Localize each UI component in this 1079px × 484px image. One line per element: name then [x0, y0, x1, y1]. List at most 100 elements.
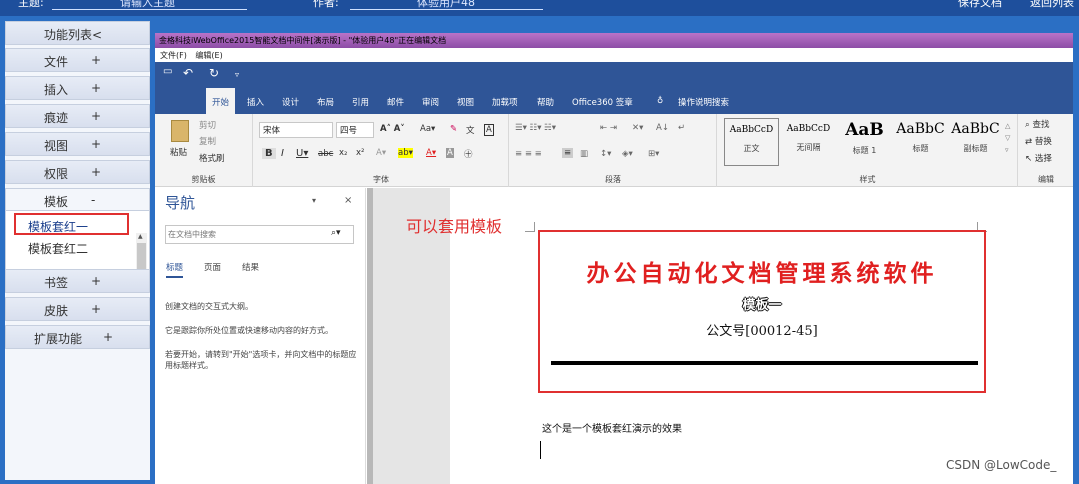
template-red-1[interactable]: 模板套红一	[14, 213, 129, 235]
sidebar-item-extensions[interactable]: 扩展功能 +	[5, 325, 150, 349]
tab-review[interactable]: 审阅	[422, 88, 439, 114]
scroll-thumb[interactable]	[137, 243, 146, 269]
back-button[interactable]: 返回列表	[1030, 0, 1074, 10]
tab-addins[interactable]: 加载项	[492, 88, 518, 114]
shading-icon[interactable]: ◈▾	[622, 149, 633, 159]
justify-icon[interactable]: ≡	[562, 148, 574, 158]
expand-icon: +	[91, 302, 102, 316]
sidebar-item-template[interactable]: 模板 -	[5, 188, 150, 212]
change-case-icon[interactable]: Aa▾	[420, 124, 435, 134]
line-spacing-icon[interactable]: ↕▾	[600, 149, 611, 159]
distribute-icon[interactable]: ▥	[580, 149, 588, 159]
sidebar-item-permissions[interactable]: 权限 +	[5, 160, 150, 184]
paste-icon[interactable]	[171, 120, 189, 142]
template-red-2[interactable]: 模板套红二	[14, 237, 129, 259]
customize-icon[interactable]: ▿	[235, 70, 239, 79]
save-icon[interactable]: ▭	[163, 66, 172, 77]
clear-format-icon[interactable]: ✎	[450, 124, 457, 134]
text-cursor	[540, 441, 541, 459]
redo-icon[interactable]: ↻	[209, 66, 219, 80]
style-normal[interactable]: AaBbCcD 正文	[724, 118, 779, 166]
style-preview: AaBbC	[951, 121, 1000, 137]
sidebar-item-view[interactable]: 视图 +	[5, 132, 150, 156]
scroll-up-icon[interactable]: ▲	[138, 233, 143, 240]
tell-me-search[interactable]: 操作说明搜索	[678, 88, 729, 114]
nav-tab-results[interactable]: 结果	[242, 261, 259, 273]
tab-help[interactable]: 帮助	[537, 88, 554, 114]
tab-layout[interactable]: 布局	[317, 88, 334, 114]
nav-search-input[interactable]: 在文档中搜索	[165, 225, 354, 244]
style-no-spacing[interactable]: AaBbCcD 无间隔	[781, 118, 836, 166]
sort-icon[interactable]: A↓	[656, 123, 669, 133]
expand-icon: +	[103, 330, 114, 344]
menu-file[interactable]: 文件(F)	[160, 51, 187, 60]
align-left-icon[interactable]: ≡ ≡ ≡	[515, 149, 542, 159]
margin-corner	[525, 222, 535, 232]
tab-office360-seal[interactable]: Office360 签章	[572, 88, 633, 114]
style-heading1[interactable]: AaB 标题 1	[837, 118, 892, 166]
phonetic-icon[interactable]: 文	[466, 124, 475, 136]
strikethrough-icon[interactable]: abc	[318, 149, 333, 159]
sidebar-item-function-list[interactable]: 功能列表<	[5, 21, 150, 45]
copy-button[interactable]: 复制	[199, 135, 216, 147]
grow-font-icon[interactable]: A˄ A˅	[380, 124, 405, 134]
undo-icon[interactable]: ↶	[183, 66, 193, 80]
superscript-icon[interactable]: x²	[356, 148, 364, 158]
sidebar-item-bookmark[interactable]: 书签 +	[5, 269, 150, 293]
save-button[interactable]: 保存文档	[958, 0, 1002, 10]
sidebar-item-revisions[interactable]: 痕迹 +	[5, 104, 150, 128]
format-painter-button[interactable]: 格式刷	[199, 152, 225, 164]
nav-close-icon[interactable]: ×	[344, 195, 352, 206]
author-underline	[350, 9, 543, 10]
replace-button[interactable]: ⇄ 替换	[1025, 135, 1052, 147]
document-body-text: 这个是一个模板套红演示的效果	[542, 424, 682, 435]
nav-options-icon[interactable]: ▾	[312, 196, 316, 205]
tab-mailings[interactable]: 邮件	[387, 88, 404, 114]
styles-scroll-icon[interactable]: △ ▽ ▿	[1005, 120, 1010, 156]
bold-icon[interactable]: B	[262, 148, 276, 159]
find-button[interactable]: ⌕ 查找	[1025, 118, 1049, 130]
styles-group-label: 样式	[859, 175, 876, 184]
text-effects-icon[interactable]: A▾	[376, 148, 386, 158]
sidebar-item-insert[interactable]: 插入 +	[5, 76, 150, 100]
search-icon[interactable]: ⌕▾	[331, 228, 341, 238]
tab-design[interactable]: 设计	[282, 88, 299, 114]
subscript-icon[interactable]: x₂	[339, 148, 347, 158]
style-subtitle[interactable]: AaBbC 副标题	[948, 118, 1003, 166]
nav-tab-pages[interactable]: 页面	[204, 261, 221, 273]
sidebar-item-skin[interactable]: 皮肤 +	[5, 297, 150, 321]
tab-insert[interactable]: 插入	[247, 88, 264, 114]
indent-icon[interactable]: ⇤ ⇥	[600, 123, 617, 133]
style-name: 标题 1	[852, 146, 877, 155]
group-font: 宋体 四号 A˄ A˅ Aa▾ ✎ 文 A B I U▾ abc x₂ x² A…	[254, 114, 509, 187]
paste-button[interactable]: 粘贴	[170, 146, 187, 158]
cut-button[interactable]: 剪切	[199, 119, 216, 131]
italic-icon[interactable]: I	[281, 148, 284, 159]
char-border-icon[interactable]: A	[484, 124, 494, 136]
document-number: 公文号[00012-45]	[706, 324, 818, 339]
enclose-char-icon[interactable]: ㊉	[464, 148, 473, 160]
menu-edit[interactable]: 编辑(E)	[195, 51, 222, 60]
font-family-select[interactable]: 宋体	[259, 122, 333, 138]
group-editing: ⌕ 查找 ⇄ 替换 ↖ 选择 编辑	[1019, 114, 1073, 187]
pane-splitter[interactable]	[367, 188, 373, 484]
sidebar-item-file[interactable]: 文件 +	[5, 48, 150, 72]
underline-icon[interactable]: U▾	[296, 148, 308, 159]
style-title[interactable]: AaBbC 标题	[893, 118, 948, 166]
bullets-icon[interactable]: ☰▾ ☷▾ ☵▾	[515, 123, 556, 133]
show-marks-icon[interactable]: ↵	[678, 123, 685, 133]
char-shading-icon[interactable]: A	[446, 148, 454, 158]
style-name: 标题	[912, 144, 929, 153]
borders-icon[interactable]: ⊞▾	[648, 149, 659, 159]
highlight-icon[interactable]: ab▾	[398, 148, 413, 158]
select-button[interactable]: ↖ 选择	[1025, 152, 1052, 164]
red-header-rule	[551, 361, 978, 365]
nav-tab-headings[interactable]: 标题	[166, 261, 184, 278]
tab-home[interactable]: 开始	[206, 88, 236, 114]
font-color-icon[interactable]: A▾	[426, 148, 436, 158]
tab-view[interactable]: 视图	[457, 88, 474, 114]
font-size-select[interactable]: 四号	[336, 122, 374, 138]
sidebar-item-label: 痕迹	[44, 111, 69, 125]
tab-references[interactable]: 引用	[352, 88, 369, 114]
chinese-layout-icon[interactable]: ✕▾	[632, 123, 643, 133]
